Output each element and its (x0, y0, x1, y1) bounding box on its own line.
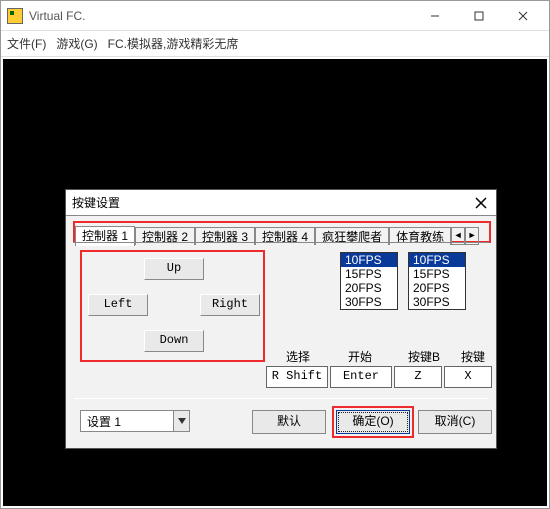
window-titlebar: Virtual FC. (1, 1, 549, 31)
profile-combo-text: 设置 1 (81, 413, 173, 430)
label-start: 开始 (332, 348, 388, 365)
list-item[interactable]: 10FPS (409, 253, 465, 267)
dialog-separator (74, 398, 488, 399)
ok-button[interactable]: 确定(O) (336, 410, 410, 434)
dpad-right-button[interactable]: Right (200, 294, 260, 316)
input-select[interactable]: R Shift (266, 366, 328, 388)
left-fps-listbox[interactable]: 10FPS 15FPS 20FPS 30FPS (340, 252, 398, 310)
dpad-up-button[interactable]: Up (144, 258, 204, 280)
chevron-down-icon (173, 411, 189, 431)
tab-underline (73, 242, 489, 243)
key-settings-dialog: 按键设置 控制器 1 控制器 2 控制器 3 控制器 4 疯狂攀爬者 体育教练 … (65, 189, 497, 449)
dpad-highlight: Up Left Right Down (80, 250, 265, 362)
input-button-a[interactable]: X (444, 366, 492, 388)
menu-file[interactable]: 文件(F) (7, 35, 46, 52)
dialog-close-button[interactable] (472, 194, 490, 212)
list-item[interactable]: 30FPS (341, 295, 397, 309)
tab-controller-1[interactable]: 控制器 1 (75, 226, 135, 246)
label-select: 选择 (270, 348, 326, 365)
cancel-button[interactable]: 取消(C) (418, 410, 492, 434)
label-button-b: 按键B (396, 348, 452, 365)
list-item[interactable]: 20FPS (409, 281, 465, 295)
dialog-title: 按键设置 (72, 194, 472, 211)
menubar: 文件(F) 游戏(G) FC.模拟器,游戏精彩无席 (1, 31, 549, 57)
emulator-client-area: 按键设置 控制器 1 控制器 2 控制器 3 控制器 4 疯狂攀爬者 体育教练 … (3, 59, 547, 506)
close-button[interactable] (501, 2, 545, 30)
input-button-b[interactable]: Z (394, 366, 442, 388)
menu-game[interactable]: 游戏(G) (56, 35, 97, 52)
list-item[interactable]: 10FPS (341, 253, 397, 267)
right-fps-listbox[interactable]: 10FPS 15FPS 20FPS 30FPS (408, 252, 466, 310)
minimize-button[interactable] (413, 2, 457, 30)
default-button[interactable]: 默认 (252, 410, 326, 434)
dpad-down-button[interactable]: Down (144, 330, 204, 352)
menu-emulator[interactable]: FC.模拟器,游戏精彩无席 (108, 35, 239, 52)
maximize-button[interactable] (457, 2, 501, 30)
list-item[interactable]: 20FPS (341, 281, 397, 295)
list-item[interactable]: 30FPS (409, 295, 465, 309)
window-title: Virtual FC. (29, 9, 413, 23)
ok-button-highlight: 确定(O) (332, 406, 414, 438)
dialog-titlebar: 按键设置 (66, 190, 496, 216)
dpad-left-button[interactable]: Left (88, 294, 148, 316)
list-item[interactable]: 15FPS (341, 267, 397, 281)
profile-combo[interactable]: 设置 1 (80, 410, 190, 432)
list-item[interactable]: 15FPS (409, 267, 465, 281)
app-icon (7, 8, 23, 24)
tab-strip-highlight: 控制器 1 控制器 2 控制器 3 控制器 4 疯狂攀爬者 体育教练 ◄ ► (73, 221, 491, 243)
input-start[interactable]: Enter (330, 366, 392, 388)
